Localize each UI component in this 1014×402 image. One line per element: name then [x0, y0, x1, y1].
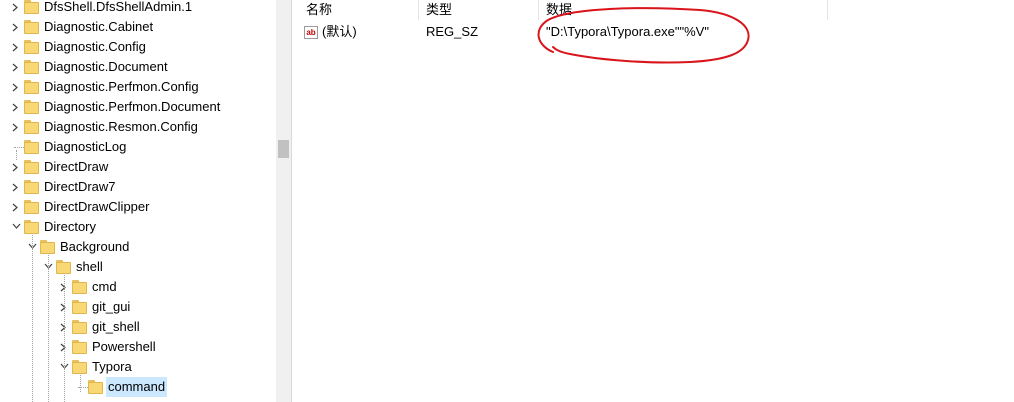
tree-item-directdraw[interactable]: DirectDraw	[0, 157, 276, 177]
tree-item-label: Diagnostic.Perfmon.Config	[44, 79, 199, 94]
folder-icon	[24, 80, 39, 94]
folder-icon	[72, 360, 87, 374]
folder-icon	[72, 340, 87, 354]
tree-item-shell[interactable]: shell	[0, 257, 276, 277]
tree-item-directdrawclipper[interactable]: DirectDrawClipper	[0, 197, 276, 217]
tree-item-directory[interactable]: Directory	[0, 217, 276, 237]
value-data: "D:\Typora\Typora.exe""%V"	[546, 24, 709, 39]
chevron-right-icon[interactable]	[10, 17, 22, 37]
tree-item-diagnostic-perfmon-config[interactable]: Diagnostic.Perfmon.Config	[0, 77, 276, 97]
tree-item-diagnostic-document[interactable]: Diagnostic.Document	[0, 57, 276, 77]
folder-icon	[24, 220, 39, 234]
column-header-name-label: 名称	[306, 2, 333, 17]
tree-item-cmd[interactable]: cmd	[0, 277, 276, 297]
tree-item-git-gui[interactable]: git_gui	[0, 297, 276, 317]
scrollbar-thumb[interactable]	[278, 140, 289, 158]
value-type: REG_SZ	[426, 24, 479, 39]
tree-connector	[16, 150, 17, 160]
folder-icon	[24, 160, 39, 174]
column-header-type-label: 类型	[426, 2, 453, 17]
column-divider[interactable]	[827, 0, 828, 20]
tree-connector	[64, 275, 65, 402]
tree-item-label: command	[106, 377, 168, 397]
tree-item-diagnosticlog[interactable]: DiagnosticLog	[0, 137, 276, 157]
tree-scrollbar[interactable]	[276, 0, 291, 402]
chevron-right-icon[interactable]	[10, 197, 22, 217]
tree-item-label: Background	[60, 239, 130, 254]
folder-icon	[24, 200, 39, 214]
tree-item-label: Directory	[44, 219, 97, 234]
chevron-right-icon[interactable]	[10, 57, 22, 77]
tree-item-diagnostic-cabinet[interactable]: Diagnostic.Cabinet	[0, 17, 276, 37]
folder-icon	[40, 240, 55, 254]
folder-icon	[24, 40, 39, 54]
tree-item-label: Diagnostic.Resmon.Config	[44, 119, 198, 134]
tree-item-powershell[interactable]: Powershell	[0, 337, 276, 357]
tree-item-label: DirectDraw7	[44, 179, 116, 194]
chevron-right-icon[interactable]	[10, 37, 22, 57]
folder-icon	[24, 120, 39, 134]
tree-item-label: git_shell	[92, 319, 140, 334]
folder-icon	[24, 20, 39, 34]
folder-icon	[72, 300, 87, 314]
chevron-right-icon[interactable]	[10, 177, 22, 197]
tree-connector	[48, 255, 49, 402]
chevron-right-icon[interactable]	[10, 0, 22, 17]
column-header-data[interactable]: 数据	[538, 0, 826, 20]
tree-item-label: DirectDrawClipper	[44, 199, 150, 214]
folder-icon	[72, 320, 87, 334]
registry-tree[interactable]: DfsShell.DfsShellAdmin.1 Diagnostic.Cabin…	[0, 0, 276, 402]
tree-item-command[interactable]: command	[0, 377, 276, 397]
tree-item-label: Typora	[92, 359, 132, 374]
folder-icon	[24, 100, 39, 114]
tree-item-dfsshell-dfsshelladmin-1[interactable]: DfsShell.DfsShellAdmin.1	[0, 0, 276, 17]
tree-item-label: Diagnostic.Config	[44, 39, 146, 54]
column-header-type[interactable]: 类型	[418, 0, 538, 20]
folder-icon	[56, 260, 71, 274]
tree-item-label: Powershell	[92, 339, 156, 354]
tree-item-typora[interactable]: Typora	[0, 357, 276, 377]
tree-item-label: git_gui	[92, 299, 131, 314]
table-row[interactable]: ab (默认) REG_SZ "D:\Typora\Typora.exe""%V…	[298, 22, 1014, 42]
chevron-right-icon[interactable]	[10, 97, 22, 117]
tree-item-diagnostic-resmon-config[interactable]: Diagnostic.Resmon.Config	[0, 117, 276, 137]
chevron-right-icon[interactable]	[10, 117, 22, 137]
column-header-name[interactable]: 名称	[298, 0, 418, 20]
tree-item-label: cmd	[92, 279, 117, 294]
folder-icon	[24, 180, 39, 194]
tree-item-diagnostic-config[interactable]: Diagnostic.Config	[0, 37, 276, 57]
tree-item-label: Diagnostic.Document	[44, 59, 168, 74]
tree-connector	[32, 235, 33, 402]
tree-connector	[14, 147, 24, 148]
tree-item-label: Diagnostic.Perfmon.Document	[44, 99, 221, 114]
pane-splitter[interactable]	[291, 0, 298, 402]
column-header-data-label: 数据	[546, 2, 573, 17]
tree-item-background[interactable]: Background	[0, 237, 276, 257]
tree-item-label: shell	[76, 259, 103, 274]
value-name: (默认)	[322, 24, 357, 39]
tree-item-label: DirectDraw	[44, 159, 109, 174]
chevron-right-icon[interactable]	[10, 157, 22, 177]
tree-item-git-shell[interactable]: git_shell	[0, 317, 276, 337]
chevron-right-icon[interactable]	[10, 77, 22, 97]
folder-icon	[72, 280, 87, 294]
folder-icon	[24, 60, 39, 74]
tree-item-label: Diagnostic.Cabinet	[44, 19, 154, 34]
chevron-down-icon[interactable]	[10, 217, 22, 237]
tree-item-label: DiagnosticLog	[44, 139, 127, 154]
folder-icon	[24, 0, 39, 14]
tree-item-directdraw7[interactable]: DirectDraw7	[0, 177, 276, 197]
folder-icon	[24, 140, 39, 154]
tree-connector	[80, 375, 81, 392]
tree-item-label: DfsShell.DfsShellAdmin.1	[44, 0, 193, 14]
tree-item-diagnostic-perfmon-document[interactable]: Diagnostic.Perfmon.Document	[0, 97, 276, 117]
string-value-icon: ab	[304, 26, 318, 39]
values-list: 名称 类型 数据 ab (默认) REG_SZ "D:\Typora\Typor…	[298, 0, 1014, 402]
folder-icon	[88, 380, 103, 394]
